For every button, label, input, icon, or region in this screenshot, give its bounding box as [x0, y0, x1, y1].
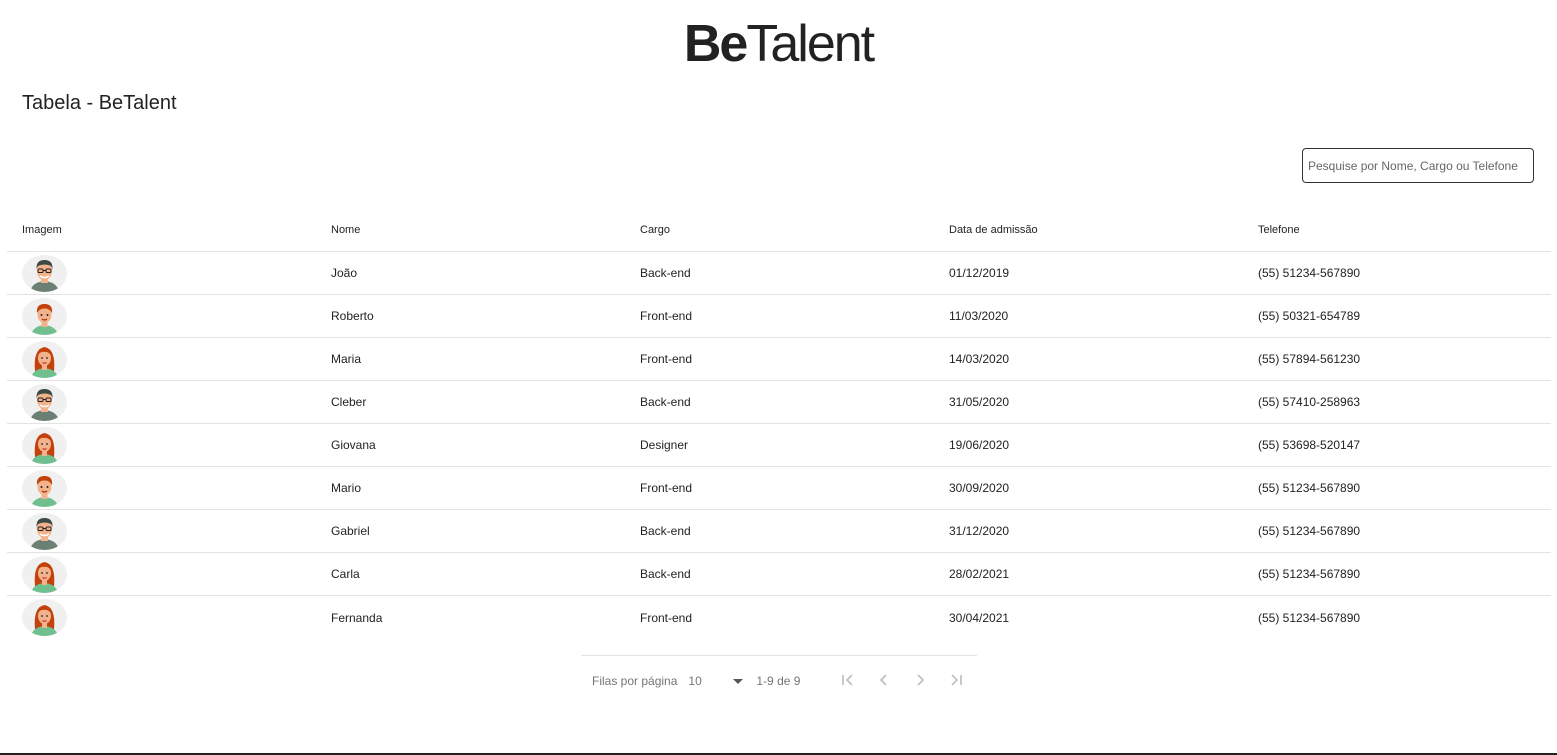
betalent-logo: BeTalent — [0, 14, 1557, 74]
logo-be: Be — [683, 15, 749, 73]
man-glasses-avatar — [22, 383, 67, 421]
table-row[interactable]: Giovana Designer 19/06/2020 (55) 53698-5… — [7, 424, 1551, 467]
role-cell: Back-end — [640, 266, 691, 280]
phone-cell: (55) 57410-258963 — [1258, 395, 1361, 409]
man-glasses-avatar — [22, 512, 67, 550]
previous-page-icon — [877, 673, 891, 690]
table-row[interactable]: Fernanda Front-end 30/04/2021 (55) 51234… — [7, 596, 1551, 639]
table-row[interactable]: Maria Front-end 14/03/2020 (55) 57894-56… — [7, 338, 1551, 381]
column-header-nome: Nome — [331, 223, 361, 236]
pagination-bar: Filas por página 10 1-9 de 9 — [592, 668, 974, 694]
search-input[interactable] — [1302, 148, 1534, 183]
column-header-data-admissao: Data de admissão — [949, 223, 1038, 236]
name-cell: Giovana — [331, 438, 376, 452]
admission-date-cell: 31/12/2020 — [949, 524, 1010, 538]
table-row[interactable]: Carla Back-end 28/02/2021 (55) 51234-567… — [7, 553, 1551, 596]
role-cell: Front-end — [640, 610, 693, 625]
name-cell: Gabriel — [331, 524, 370, 538]
phone-cell: (55) 53698-520147 — [1258, 438, 1361, 452]
name-cell: Fernanda — [331, 610, 383, 625]
table-row[interactable]: Cleber Back-end 31/05/2020 (55) 57410-25… — [7, 381, 1551, 424]
role-cell: Front-end — [640, 352, 693, 366]
column-header-cargo: Cargo — [640, 223, 670, 236]
phone-cell: (55) 51234-567890 — [1258, 524, 1361, 538]
table-row[interactable]: Roberto Front-end 11/03/2020 (55) 50321-… — [7, 295, 1551, 338]
admission-date-cell: 19/06/2020 — [949, 438, 1010, 452]
pagination-divider — [581, 655, 977, 656]
rows-per-page-select[interactable]: 10 — [688, 668, 744, 694]
column-header-telefone: Telefone — [1258, 223, 1300, 236]
woman-redhead-avatar — [22, 555, 67, 593]
column-header-imagem: Imagem — [22, 223, 62, 236]
admission-date-cell: 01/12/2019 — [949, 266, 1010, 280]
page-title: Tabela - BeTalent — [22, 92, 177, 114]
dropdown-arrow-icon — [732, 674, 744, 688]
table-header-row: Imagem Nome Cargo Data de admissão Telef… — [7, 208, 1551, 252]
woman-redhead-avatar — [22, 599, 67, 636]
table-row[interactable]: Mario Front-end 30/09/2020 (55) 51234-56… — [7, 467, 1551, 510]
admission-date-cell: 30/09/2020 — [949, 481, 1010, 495]
rows-per-page-value: 10 — [688, 674, 702, 688]
young-man-avatar — [22, 469, 67, 507]
role-cell: Back-end — [640, 524, 691, 538]
name-cell: Carla — [331, 567, 360, 581]
logo-talent: Talent — [746, 15, 875, 73]
phone-cell: (55) 51234-567890 — [1258, 567, 1361, 581]
employees-table: Imagem Nome Cargo Data de admissão Telef… — [7, 208, 1551, 639]
admission-date-cell: 11/03/2020 — [949, 309, 1009, 323]
phone-cell: (55) 51234-567890 — [1258, 610, 1361, 625]
man-glasses-avatar — [22, 254, 67, 292]
table-row[interactable]: João Back-end 01/12/2019 (55) 51234-5678… — [7, 252, 1551, 295]
rows-per-page-label: Filas por página — [592, 674, 678, 688]
admission-date-cell: 31/05/2020 — [949, 395, 1010, 409]
name-cell: Cleber — [331, 395, 367, 409]
name-cell: Mario — [331, 481, 362, 495]
woman-redhead-avatar — [22, 426, 67, 464]
admission-date-cell: 28/02/2021 — [949, 567, 1010, 581]
phone-cell: (55) 51234-567890 — [1258, 481, 1361, 495]
admission-date-cell: 30/04/2021 — [949, 610, 1010, 625]
previous-page-button[interactable] — [866, 668, 902, 694]
next-page-icon — [913, 673, 927, 690]
first-page-button[interactable] — [830, 668, 866, 694]
table-row[interactable]: Gabriel Back-end 31/12/2020 (55) 51234-5… — [7, 510, 1551, 553]
role-cell: Front-end — [640, 309, 693, 323]
last-page-button[interactable] — [938, 668, 974, 694]
role-cell: Back-end — [640, 395, 691, 409]
woman-redhead-avatar — [22, 340, 67, 378]
last-page-icon — [949, 673, 963, 690]
phone-cell: (55) 51234-567890 — [1258, 266, 1361, 280]
name-cell: Maria — [331, 352, 362, 366]
name-cell: Roberto — [331, 309, 374, 323]
young-man-avatar — [22, 297, 67, 335]
admission-date-cell: 14/03/2020 — [949, 352, 1010, 366]
next-page-button[interactable] — [902, 668, 938, 694]
name-cell: João — [331, 266, 358, 280]
role-cell: Designer — [640, 438, 689, 452]
role-cell: Front-end — [640, 481, 693, 495]
pagination-range: 1-9 de 9 — [756, 674, 801, 688]
phone-cell: (55) 50321-654789 — [1258, 309, 1361, 323]
role-cell: Back-end — [640, 567, 691, 581]
phone-cell: (55) 57894-561230 — [1258, 352, 1361, 366]
first-page-icon — [841, 673, 855, 690]
